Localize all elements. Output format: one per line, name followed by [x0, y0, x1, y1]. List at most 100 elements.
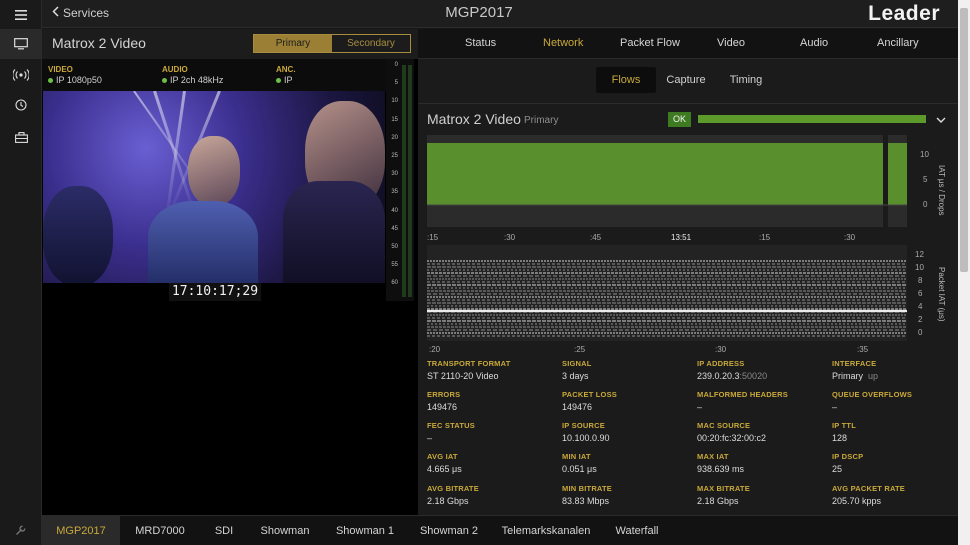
stat-signal: SIGNAL 3 days [562, 359, 692, 381]
x-tick: :45 [590, 233, 602, 242]
x-tick: :15 [427, 233, 439, 242]
stat-extra: up [868, 371, 879, 381]
service-tab-showman[interactable]: Showman [248, 516, 322, 545]
stat-value: – [832, 402, 962, 412]
stat-value: 128 [832, 433, 962, 443]
monitor-icon[interactable] [0, 29, 42, 59]
menu-icon[interactable] [0, 0, 42, 30]
subtab-timing[interactable]: Timing [716, 67, 776, 93]
stat-label: IP SOURCE [562, 421, 605, 430]
chevron-down-icon[interactable] [936, 113, 946, 127]
x-tick: 13:51 [671, 233, 692, 242]
stat-value: 938.639 ms [697, 464, 827, 474]
tab-audio[interactable]: Audio [800, 37, 828, 49]
secondary-toggle[interactable]: Secondary [332, 35, 410, 52]
meter-tick: 30 [391, 171, 398, 178]
stat-value: 2.18 Gbps [427, 496, 557, 506]
stat-value-text: 2.18 Gbps [697, 496, 739, 506]
stat-value-text: 25 [832, 464, 843, 474]
scrollbar-thumb[interactable] [960, 8, 968, 272]
service-tab-mgp2017[interactable]: MGP2017 [42, 516, 120, 545]
toolbox-icon[interactable] [0, 122, 42, 152]
subtab-capture[interactable]: Capture [656, 67, 716, 93]
tab-packet-flow[interactable]: Packet Flow [620, 37, 680, 49]
stat-label: MAC SOURCE [697, 421, 751, 430]
service-tab-mrd7000[interactable]: MRD7000 [120, 516, 200, 545]
stat-value-text: 3 days [562, 371, 589, 381]
meta-key: AUDIO [162, 65, 188, 74]
service-tabs: MGP2017 MRD7000 SDI Showman Showman 1 Sh… [42, 515, 958, 545]
y-tick: 5 [923, 175, 928, 184]
tab-network[interactable]: Network [543, 37, 583, 49]
stat-extra: :50020 [739, 371, 768, 381]
stat-avg-bitrate: AVG BITRATE 2.18 Gbps [427, 484, 557, 506]
stat-value-text: 938.639 ms [697, 464, 745, 474]
meter-tick: 5 [394, 80, 398, 87]
meta-audio: AUDIO IP 2ch 48kHz [162, 65, 223, 85]
x-tick: :30 [715, 345, 727, 354]
stat-value-text: 00:20:fc:32:00:c2 [697, 433, 767, 443]
service-panel: Matrox 2 Video Primary Secondary VIDEO I… [42, 29, 418, 515]
service-tab-waterfall[interactable]: Waterfall [602, 516, 672, 545]
service-tab-sdi[interactable]: SDI [200, 516, 248, 545]
service-tab-telemarkskanalen[interactable]: Telemarkskanalen [490, 516, 602, 545]
meta-value: IP 2ch 48kHz [170, 75, 224, 85]
tab-video[interactable]: Video [717, 37, 745, 49]
y-tick: 0 [918, 328, 923, 337]
stat-label: IP TTL [832, 421, 856, 430]
y-axis-label: IAT μs / Drops [937, 165, 946, 216]
stat-value: ST 2110-20 Video [427, 371, 557, 381]
stat-value-text: 149476 [427, 402, 458, 412]
stat-value: 25 [832, 464, 962, 474]
meter-tick: 10 [391, 98, 398, 105]
meter-tick: 20 [391, 134, 398, 141]
service-name: Matrox 2 Video [52, 35, 146, 51]
stat-max-iat: MAX IAT 938.639 ms [697, 452, 827, 474]
stat-value-text: 2.18 Gbps [427, 496, 469, 506]
service-header: Matrox 2 Video Primary Secondary [42, 29, 418, 59]
subtab-flows[interactable]: Flows [596, 67, 656, 93]
x-tick: :25 [574, 345, 586, 354]
meta-key: VIDEO [48, 65, 73, 74]
stat-value: – [697, 402, 827, 412]
meter-tick: 45 [391, 225, 398, 232]
video-preview[interactable] [43, 91, 385, 283]
tab-ancillary[interactable]: Ancillary [877, 37, 919, 49]
y-tick: 12 [915, 250, 924, 259]
stat-interface: INTERFACE Primary up [832, 359, 962, 381]
stat-label: MAX IAT [697, 452, 729, 461]
stat-errors: ERRORS 149476 [427, 390, 557, 412]
stat-mac-source: MAC SOURCE 00:20:fc:32:00:c2 [697, 421, 827, 443]
stat-avg-packet-rate: AVG PACKET RATE 205.70 kpps [832, 484, 962, 506]
meter-tick: 55 [391, 262, 398, 269]
stat-value-text: 0.051 μs [562, 464, 597, 474]
service-tab-showman-1[interactable]: Showman 1 [322, 516, 408, 545]
stat-label: MIN IAT [562, 452, 591, 461]
meter-tick: 0 [394, 62, 398, 68]
clock-icon[interactable] [0, 90, 42, 120]
x-tick: :20 [429, 345, 441, 354]
service-tab-showman-2[interactable]: Showman 2 [408, 516, 490, 545]
tab-status[interactable]: Status [465, 37, 496, 49]
meta-value: IP [284, 75, 293, 85]
stat-value-text: 128 [832, 433, 848, 443]
iat-area-tail [888, 143, 907, 205]
meta-value: IP 1080p50 [56, 75, 102, 85]
flow-role: Primary [524, 115, 559, 126]
stat-value-text: 239.0.20.3 [697, 371, 740, 381]
stat-fec-status: FEC STATUS – [427, 421, 557, 443]
page-title: MGP2017 [445, 4, 513, 21]
stat-value: 10.100.0.90 [562, 433, 692, 443]
x-tick: :30 [504, 233, 516, 242]
stat-value-text: ST 2110-20 Video [427, 371, 499, 381]
y-tick: 10 [920, 150, 929, 159]
detail-panel: Status Network Packet Flow Video Audio A… [418, 29, 958, 515]
stat-value-text: 205.70 kpps [832, 496, 882, 506]
primary-toggle[interactable]: Primary [254, 35, 332, 52]
packet-iat-chart [427, 245, 907, 341]
stat-value: 149476 [427, 402, 557, 412]
stat-label: MIN BITRATE [562, 484, 612, 493]
wrench-icon[interactable] [0, 515, 42, 545]
stat-label: INTERFACE [832, 359, 877, 368]
broadcast-icon[interactable] [0, 60, 42, 90]
